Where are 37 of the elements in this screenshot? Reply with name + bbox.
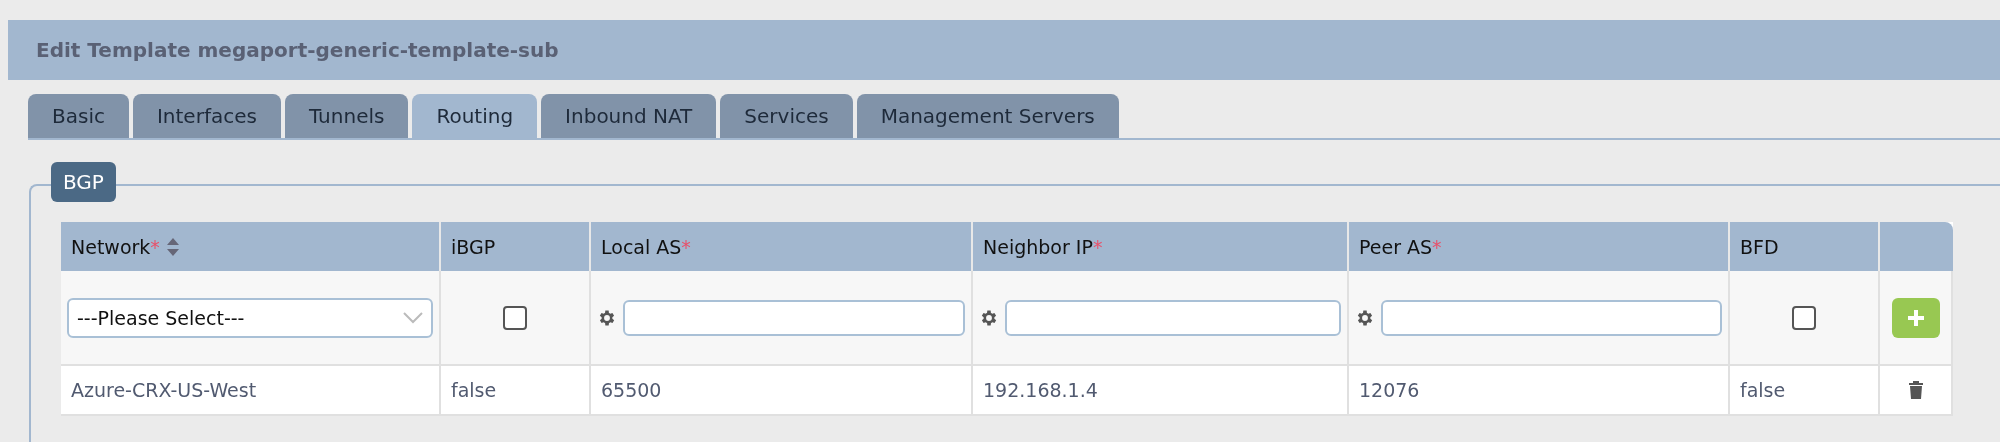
tab[interactable]: Management Servers (856, 94, 1119, 138)
sort-icon[interactable] (165, 236, 180, 257)
table-cell: false (1730, 366, 1880, 416)
required-mark: * (1092, 235, 1103, 258)
tab[interactable]: Routing (412, 94, 538, 138)
header-label: BFD (1740, 235, 1779, 258)
trash-icon[interactable] (1908, 381, 1923, 399)
required-mark: * (1432, 235, 1442, 258)
table-cell: 65500 (591, 366, 973, 416)
select-placeholder: ---Please Select--- (77, 306, 245, 329)
chevron-down-icon (403, 311, 423, 324)
window-title: Edit Template megaport-generic-template-sub (8, 20, 2000, 80)
header-label: Peer AS (1359, 235, 1433, 258)
table-cell: Azure-CRX-US-West (61, 366, 441, 416)
input-field[interactable] (1381, 299, 1722, 336)
required-mark: * (150, 235, 160, 258)
tab[interactable]: Basic (28, 94, 129, 138)
checkbox[interactable] (1792, 305, 1816, 330)
input-field[interactable] (623, 299, 965, 336)
checkbox[interactable] (503, 305, 527, 330)
input-field[interactable] (1005, 299, 1341, 336)
table-cell: false (441, 366, 591, 416)
network-select[interactable]: ---Please Select--- (67, 297, 433, 338)
column-header[interactable]: Network* (61, 222, 441, 271)
table-cell: 192.168.1.4 (973, 366, 1349, 416)
tab[interactable]: Tunnels (284, 94, 409, 138)
header-label: Network (71, 235, 151, 258)
header-label: Local AS (601, 235, 682, 258)
required-mark: * (681, 235, 691, 258)
table-cell: 12076 (1349, 366, 1730, 416)
tab[interactable]: Interfaces (132, 94, 281, 138)
header-label: Neighbor IP (983, 235, 1093, 258)
tab[interactable]: Services (720, 94, 853, 138)
header-label: iBGP (451, 235, 496, 258)
plus-icon (1905, 307, 1926, 328)
tab[interactable]: Inbound NAT (541, 94, 717, 138)
section-legend: BGP (51, 162, 116, 202)
